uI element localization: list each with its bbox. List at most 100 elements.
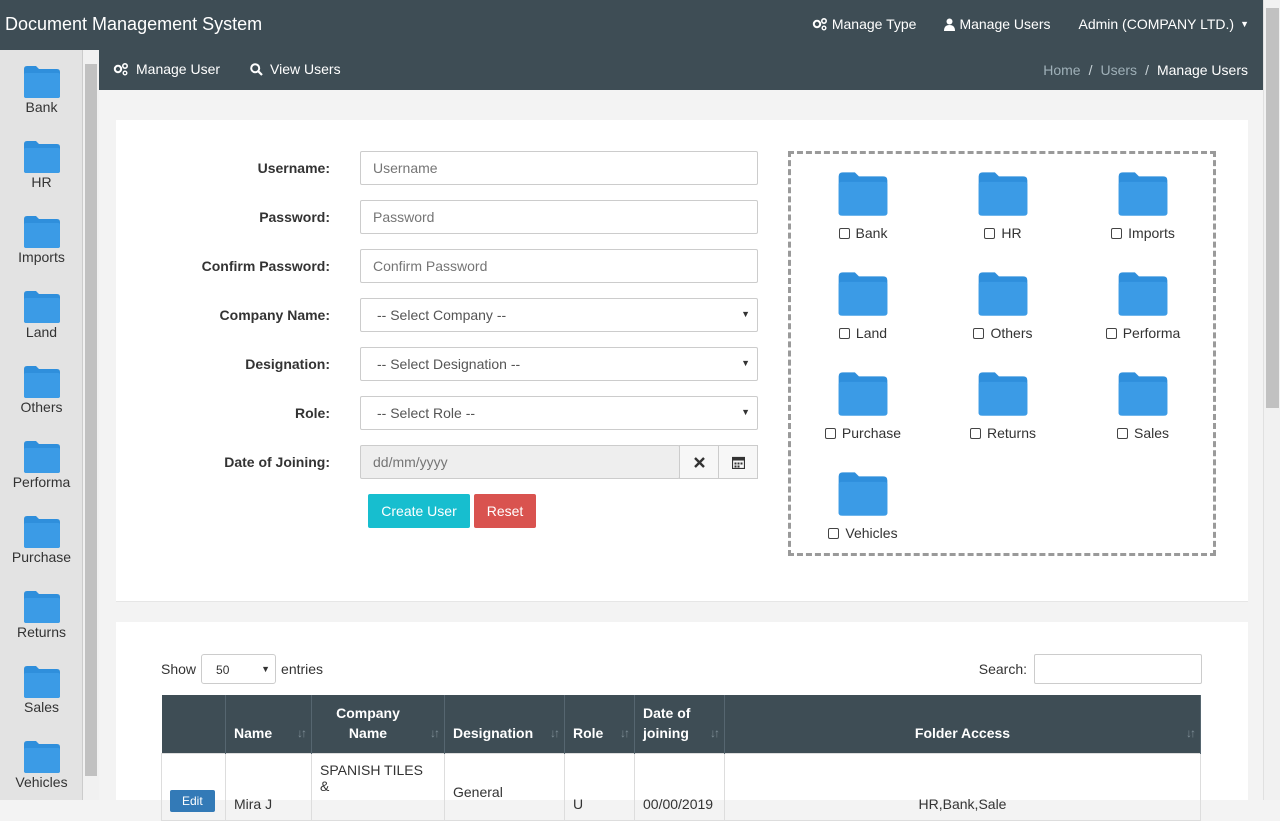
calendar-button[interactable] xyxy=(718,445,758,479)
folder-checkbox[interactable] xyxy=(1105,328,1117,339)
column-header-doj[interactable]: Date of joining ↓↑ xyxy=(634,695,725,753)
app-title[interactable]: Document Management System xyxy=(5,14,262,35)
table-search: Search: xyxy=(979,654,1202,684)
folder-option-land[interactable]: Land xyxy=(793,271,933,341)
confirm-password-label: Confirm Password: xyxy=(201,258,330,274)
username-label: Username: xyxy=(257,160,330,176)
page-scrollbar-thumb[interactable] xyxy=(1266,8,1279,408)
caret-down-icon: ▼ xyxy=(741,309,750,319)
reset-button[interactable]: Reset xyxy=(474,494,536,528)
folder-icon xyxy=(838,472,888,516)
folder-checkbox[interactable] xyxy=(824,428,836,439)
table-cell-role: U xyxy=(564,752,635,821)
folder-option-bank[interactable]: Bank xyxy=(793,171,933,241)
username-input[interactable] xyxy=(360,151,758,185)
table-cell-folder-access: HR,Bank,Sale xyxy=(724,752,1201,821)
folder-checkbox[interactable] xyxy=(1116,428,1128,439)
search-input[interactable] xyxy=(1034,654,1202,684)
company-select[interactable]: -- Select Company -- ▼ xyxy=(360,298,758,332)
manage-type-link[interactable]: Manage Type xyxy=(812,16,916,32)
page-scrollbar[interactable] xyxy=(1263,0,1280,800)
sidebar-item-label: Returns xyxy=(16,624,67,640)
column-header-company[interactable]: Company Name ↓↑ xyxy=(311,695,445,753)
column-header-designation[interactable]: Designation ↓↑ xyxy=(444,695,565,753)
sort-icon: ↓↑ xyxy=(550,725,560,740)
users-table: Name ↓↑ Company Name ↓↑ Designation ↓↑ Role… xyxy=(161,695,1201,821)
sidebar-item-returns[interactable]: Returns xyxy=(0,590,83,640)
sidebar-item-imports[interactable]: Imports xyxy=(0,215,83,265)
clear-date-button[interactable] xyxy=(679,445,719,479)
sidebar-item-purchase[interactable]: Purchase xyxy=(0,515,83,565)
folder-icon xyxy=(1118,272,1168,316)
manage-users-label: Manage Users xyxy=(959,16,1051,32)
folder-checkbox[interactable] xyxy=(984,228,996,239)
sidebar-item-hr[interactable]: HR xyxy=(0,140,83,190)
edit-button[interactable]: Edit xyxy=(170,789,215,812)
account-dropdown[interactable]: Admin (COMPANY LTD.) ▼ xyxy=(1078,16,1249,32)
folder-option-label: Sales xyxy=(1133,425,1170,441)
folder-icon xyxy=(1118,372,1168,416)
sub-navbar: Manage User View Users Home / Users / Manage… xyxy=(99,50,1263,90)
sidebar-item-land[interactable]: Land xyxy=(0,290,83,340)
column-header-folder-access[interactable]: Folder Access ↓↑ xyxy=(724,695,1201,753)
doj-input[interactable] xyxy=(360,445,680,479)
sort-icon: ↓↑ xyxy=(620,725,630,740)
top-nav-links: Manage Type Manage Users Admin (COMPANY … xyxy=(812,16,1249,32)
cell-text: 00/00/2019 xyxy=(643,795,714,812)
sidebar-item-label: Bank xyxy=(25,99,58,115)
column-header-label: Company Name xyxy=(336,704,400,741)
folder-option-hr[interactable]: HR xyxy=(933,171,1073,241)
column-header-label: Designation xyxy=(453,724,534,741)
folder-checkbox[interactable] xyxy=(973,328,985,339)
sidebar-item-performa[interactable]: Performa xyxy=(0,440,83,490)
folder-icon xyxy=(23,291,60,323)
folder-checkbox[interactable] xyxy=(969,428,981,439)
folder-option-others[interactable]: Others xyxy=(933,271,1073,341)
sidebar-item-sales[interactable]: Sales xyxy=(0,665,83,715)
folder-option-sales[interactable]: Sales xyxy=(1073,371,1213,441)
sidebar-item-bank[interactable]: Bank xyxy=(0,65,83,115)
folder-icon xyxy=(1118,172,1168,216)
folder-option-vehicles[interactable]: Vehicles xyxy=(793,471,933,541)
folder-option-performa[interactable]: Performa xyxy=(1073,271,1213,341)
sidebar-item-label: HR xyxy=(31,174,52,190)
sidebar: Bank HR Imports Land Others Performa Pur… xyxy=(0,50,83,800)
table-cell-doj: 00/00/2019 xyxy=(634,752,725,821)
breadcrumb-users[interactable]: Users xyxy=(1101,62,1138,78)
close-icon xyxy=(693,456,705,468)
folder-option-purchase[interactable]: Purchase xyxy=(793,371,933,441)
sidebar-item-vehicles[interactable]: Vehicles xyxy=(0,740,83,790)
designation-select[interactable]: -- Select Designation -- ▼ xyxy=(360,347,758,381)
sidebar-item-others[interactable]: Others xyxy=(0,365,83,415)
view-users-link[interactable]: View Users xyxy=(250,61,341,77)
sidebar-scrollbar[interactable] xyxy=(83,50,99,800)
users-table-card: Show 50 ▼ entries Search: Name ↓↑ Company… xyxy=(116,622,1248,821)
show-label: Show xyxy=(161,661,197,677)
folder-checkbox[interactable] xyxy=(1111,228,1123,239)
column-header-name[interactable]: Name ↓↑ xyxy=(225,695,312,753)
folder-option-imports[interactable]: Imports xyxy=(1073,171,1213,241)
breadcrumb-separator: / xyxy=(1145,62,1149,78)
folder-checkbox[interactable] xyxy=(838,328,850,339)
caret-down-icon: ▼ xyxy=(741,407,750,417)
folder-option-label: Land xyxy=(855,325,888,341)
confirm-password-input[interactable] xyxy=(360,249,758,283)
manage-user-link[interactable]: Manage User xyxy=(113,61,220,77)
folder-icon xyxy=(23,441,60,473)
breadcrumb-home[interactable]: Home xyxy=(1043,62,1080,78)
top-navbar: Document Management System Manage Type M… xyxy=(0,0,1263,50)
search-label: Search: xyxy=(978,661,1027,677)
folder-option-returns[interactable]: Returns xyxy=(933,371,1073,441)
folder-option-label: Others xyxy=(990,325,1033,341)
folder-checkbox[interactable] xyxy=(828,528,840,539)
column-header-role[interactable]: Role ↓↑ xyxy=(564,695,635,753)
sort-icon: ↓↑ xyxy=(430,725,440,740)
role-select[interactable]: -- Select Role -- ▼ xyxy=(360,396,758,430)
cell-text: General xyxy=(453,783,503,800)
entries-select[interactable]: 50 ▼ xyxy=(201,654,277,684)
sidebar-scrollbar-thumb[interactable] xyxy=(85,64,97,776)
create-user-button[interactable]: Create User xyxy=(368,494,470,528)
password-input[interactable] xyxy=(360,200,758,234)
folder-checkbox[interactable] xyxy=(838,228,850,239)
manage-users-link[interactable]: Manage Users xyxy=(944,16,1050,32)
